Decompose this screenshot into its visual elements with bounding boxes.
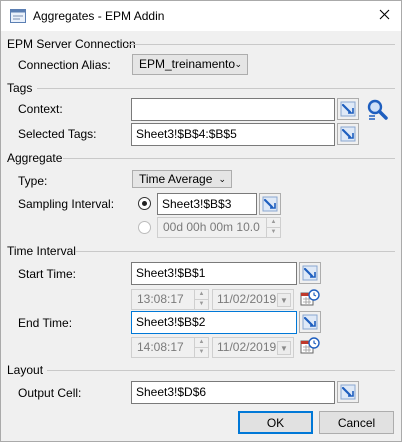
sampling-cell-picker-button[interactable] [259,193,281,215]
cell-picker-icon [262,196,278,212]
context-label: Context: [18,102,63,116]
end-time-input[interactable]: Sheet3!$B$2 [131,311,297,334]
server-section-title: EPM Server Connection [7,37,136,51]
start-time-input[interactable]: Sheet3!$B$1 [131,262,297,285]
spin-down-icon[interactable]: ▼ [194,299,208,309]
time-section-title: Time Interval [7,244,76,258]
context-input[interactable] [131,98,335,121]
aggregate-section-title: Aggregate [7,151,63,165]
context-cell-picker-button[interactable] [337,98,359,120]
sampling-cell-radio[interactable] [138,197,151,210]
calendar-clock-icon [300,288,320,308]
sampling-duration-radio[interactable] [138,221,151,234]
spin-up-icon[interactable]: ▲ [194,338,208,348]
output-cell-input[interactable]: Sheet3!$D$6 [131,381,335,404]
start-time-label: Start Time: [18,267,77,281]
section-divider [127,44,395,45]
cell-picker-icon [340,126,356,142]
connection-alias-label: Connection Alias: [18,58,111,72]
window-icon [10,9,26,23]
cancel-button[interactable]: Cancel [319,411,394,434]
selected-tags-label: Selected Tags: [18,127,97,141]
tags-section-title: Tags [7,81,33,95]
section-divider [47,370,395,371]
selected-tags-input[interactable]: Sheet3!$B$4:$B$5 [131,123,335,146]
window-title: Aggregates - EPM Addin [33,9,165,23]
end-time-stepper[interactable]: 14:08:17 ▲ ▼ [131,337,209,358]
chevron-down-icon[interactable]: ▼ [277,293,291,307]
close-button[interactable] [367,1,401,31]
radio-dot [142,201,147,206]
chevron-down-icon: ⌄ [234,59,242,69]
ok-button[interactable]: OK [238,411,313,434]
section-divider [75,251,395,252]
selected-tags-cell-picker-button[interactable] [337,123,359,145]
spin-up-icon[interactable]: ▲ [194,290,208,300]
aggregate-type-value: Time Average [139,172,213,186]
end-time-clock: 14:08:17 [137,340,184,354]
end-date-value: 11/02/2019 [217,340,277,354]
title-bar: Aggregates - EPM Addin [1,1,401,31]
type-label: Type: [18,174,48,188]
aggregate-type-select[interactable]: Time Average ⌄ [132,170,232,188]
start-time-cell-picker-button[interactable] [299,262,321,284]
output-cell-picker-button[interactable] [337,381,359,403]
chevron-down-icon[interactable]: ▼ [277,341,291,355]
tag-browser-icon [367,99,388,120]
spin-up-icon[interactable]: ▲ [266,218,280,228]
connection-alias-value: EPM_treinamento [139,57,236,71]
start-time-clock: 13:08:17 [137,292,184,306]
chevron-down-icon: ⌄ [218,174,226,184]
close-icon [379,9,390,23]
sampling-duration-stepper[interactable]: 00d 00h 00m 10.0 ▲ ▼ [157,217,281,238]
tag-browser-button[interactable] [365,97,389,121]
calendar-clock-icon [300,336,320,356]
section-divider [37,88,395,89]
sampling-cell-input[interactable]: Sheet3!$B$3 [157,193,257,215]
end-calendar-button[interactable] [300,336,320,356]
start-date-value: 11/02/2019 [217,292,277,306]
end-time-cell-picker-button[interactable] [299,311,321,333]
start-time-stepper[interactable]: 13:08:17 ▲ ▼ [131,289,209,310]
end-time-label: End Time: [18,316,73,330]
cell-picker-icon [340,384,356,400]
spin-down-icon[interactable]: ▼ [266,227,280,237]
sampling-duration-value: 00d 00h 00m 10.0 [163,220,260,234]
start-date-picker[interactable]: 11/02/2019 ▼ [212,289,294,310]
section-divider [63,158,395,159]
cell-picker-icon [340,101,356,117]
layout-section-title: Layout [7,363,44,377]
cell-picker-icon [302,265,318,281]
spin-down-icon[interactable]: ▼ [194,347,208,357]
cell-picker-icon [302,314,318,330]
connection-alias-select[interactable]: EPM_treinamento ⌄ [132,54,248,75]
start-calendar-button[interactable] [300,288,320,308]
sampling-interval-label: Sampling Interval: [18,197,115,211]
output-cell-label: Output Cell: [18,386,82,400]
end-date-picker[interactable]: 11/02/2019 ▼ [212,337,294,358]
aggregates-dialog: Aggregates - EPM Addin EPM Server Connec… [0,0,402,442]
